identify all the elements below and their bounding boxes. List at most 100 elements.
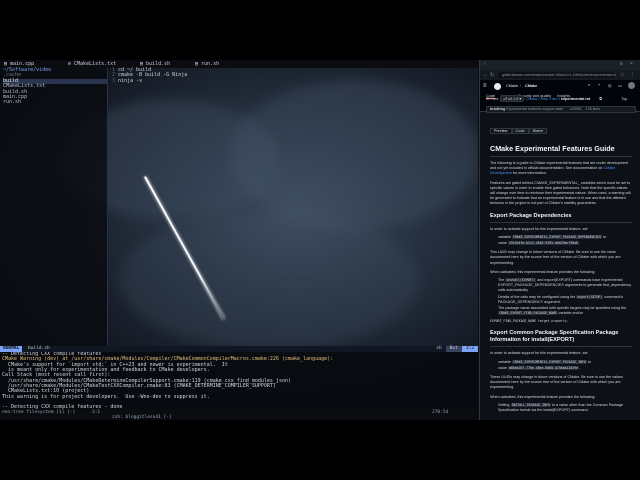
top-link[interactable]: Top	[621, 97, 627, 101]
doc-text: Details of the calls may be configured u…	[498, 294, 577, 299]
doc-inline-code: install(EXPORT)	[505, 278, 537, 283]
section-export-package-dependencies: Export Package Dependencies	[490, 213, 632, 223]
browser-tabbar: ‹ × ≡	[480, 60, 640, 70]
issues-icon[interactable]: ◎	[608, 83, 611, 88]
branch-selector[interactable]: ⎇ v4.1.0 ▾	[499, 95, 525, 102]
doc-list3: variable CMAKE_EXPERIMENTAL_EXPORT_PACKA…	[490, 359, 632, 371]
browser-toolbar: ← ↻ gitlab.kitware.com/cmake/cmake/-/blo…	[480, 70, 640, 80]
commit-lines: 135 lines	[585, 107, 601, 111]
doc-inline-code: CMAKE_EXPORT_FIND_PACKAGE_NAME	[498, 311, 558, 316]
doc-text: variable	[498, 359, 512, 364]
files-icon[interactable]: ☰	[486, 97, 489, 101]
browser-close-icon[interactable]: ×	[630, 61, 633, 67]
doc-text: .	[578, 365, 580, 370]
doc-para2: Features are gated behind CMAKE_EXPERIME…	[490, 180, 631, 206]
doc-p4: This UUID may change in future versions …	[490, 250, 621, 265]
browser-back-icon[interactable]: ‹	[484, 61, 486, 67]
url-bar[interactable]: gitlab.kitware.com/cmake/cmake/-/blob/v4…	[498, 72, 616, 78]
doc-p8: When activated, this experimental featur…	[490, 394, 596, 399]
reload-icon[interactable]: ↻	[490, 72, 494, 78]
doc-list-item: variable CMAKE_EXPERIMENTAL_EXPORT_PACKA…	[498, 359, 632, 365]
extensions-icon[interactable]: ⋮	[630, 72, 635, 78]
doc-inline-code: INSTALL_PACKAGE_INFO	[510, 402, 551, 407]
tmux-statusbar: neo-tree filesystem [1] [-] 3:1 zsh: blo…	[0, 410, 478, 420]
doc-inline-code: 1942b4fa-b2c5-4546-9385-a6a29acf30a6	[507, 241, 579, 246]
doc-text: .	[578, 241, 580, 246]
editor-tab[interactable]: ⚙ CMakeLists.txt	[68, 61, 116, 67]
commit-author[interactable]: bradking	[490, 107, 505, 111]
doc-p5: When activated, this experimental featur…	[490, 269, 596, 274]
doc-text: variable and/or	[557, 311, 583, 316]
doc-p3: In order to activate support for this ex…	[490, 226, 588, 231]
file-view-tabs: Preview Code Blame	[490, 128, 548, 134]
branch-name: v4.1.0	[508, 97, 519, 101]
doc-list4: Setting INSTALL_PACKAGE_INFO to a value …	[490, 402, 632, 413]
breadcrumb-path: CMake / Help / dev /	[525, 97, 560, 101]
file-tree-item-label: run.sh	[3, 99, 22, 106]
bottombar-left: neo-tree filesystem [1] [-]	[2, 410, 76, 415]
browser-menu-icon[interactable]: ≡	[620, 61, 623, 67]
bottombar-right-pos: 270:54	[432, 410, 449, 415]
doc-text: value	[498, 365, 508, 370]
doc-text: to	[602, 234, 607, 239]
editor-buffer[interactable]: 1 cd ~/ build 2 cmake -B build -G Ninja 3 nin…	[109, 67, 478, 360]
doc-list-item: Setting INSTALL_PACKAGE_INFO to a value …	[498, 402, 632, 413]
view-tab-code[interactable]: Code	[511, 128, 529, 134]
doc-list-item: value b80be207-778e-46ba-8080-b23bba2263…	[498, 365, 632, 371]
bottombar-mid: zsh: bloggitlesnd1 [-]	[112, 415, 172, 420]
editor-tabbar: ▤ main.cpp ⚙ CMakeLists.txt ▤ build.sh ▤ ru…	[0, 60, 478, 68]
breadcrumb: ☰ Files ⎇ v4.1.0 ▾ CMake / Help / dev / …	[486, 95, 627, 102]
doc-inline-code: CMAKE_EXPERIMENTAL_EXPORT_PACKAGE_INFO	[511, 359, 587, 364]
file-tree-item[interactable]: run.sh	[3, 100, 107, 105]
doc-p7: These UUIDs may change in future version…	[490, 375, 623, 390]
breadcrumb-segment[interactable]: CMake	[525, 97, 537, 101]
avatar[interactable]	[628, 82, 635, 89]
doc-text: variable	[498, 234, 512, 239]
terminal-window[interactable]: ▤ main.cpp ⚙ CMakeLists.txt ▤ build.sh ▤ ru…	[0, 60, 478, 420]
doc-list-item: value 1942b4fa-b2c5-4546-9385-a6a29acf30…	[498, 241, 632, 246]
doc-list1: variable CMAKE_EXPERIMENTAL_EXPORT_PACKA…	[490, 234, 632, 246]
desktop-screen: ▤ main.cpp ⚙ CMakeLists.txt ▤ build.sh ▤ ru…	[0, 60, 640, 420]
browser-window[interactable]: ‹ × ≡ ← ↻ gitlab.kitware.com/cmake/cmake…	[479, 60, 640, 420]
org-name[interactable]: CMake	[506, 84, 518, 88]
latest-commit-bar: bradking Experimental features support s…	[486, 106, 636, 113]
doc-inline-code: b80be207-778e-46ba-8080-b23bba22639e	[507, 365, 579, 370]
back-arrow-icon[interactable]: ←	[483, 72, 488, 78]
section-export-cps: Export Common Package Specification Pack…	[490, 330, 632, 348]
doc-text: to	[586, 359, 591, 364]
doc-list2: The install(EXPORT) and export(EXPORT) c…	[490, 278, 632, 316]
doc-list-item: The package name associated with specifi…	[498, 306, 632, 316]
doc-p6: In order to activate support for this ex…	[490, 351, 588, 356]
view-tab-preview[interactable]: Preview	[490, 128, 512, 134]
markdown-preview[interactable]: CMake Experimental Features Guide The fo…	[490, 138, 632, 420]
doc-text: Setting	[498, 402, 511, 407]
doc-text: The package name associated with specifi…	[498, 306, 627, 311]
editor-tab-label: run.sh	[201, 61, 220, 67]
hamburger-icon[interactable]: ≡	[483, 83, 487, 89]
view-tab-blame[interactable]: Blame	[528, 128, 548, 134]
doc-intro-end: for more information.	[512, 171, 547, 176]
doc-title: CMake Experimental Features Guide	[490, 144, 632, 157]
star-icon[interactable]: ☆	[620, 72, 624, 78]
editor-tab[interactable]: ▤ run.sh	[195, 61, 219, 67]
file-tree-panel[interactable]: ~/Software/video .cache build CMakeLists…	[0, 67, 108, 360]
project-name[interactable]: CMake	[525, 84, 537, 88]
terminal-output[interactable]: -- Detecting CXX compile features CMake W…	[0, 352, 478, 410]
search-icon[interactable]: ⌕	[588, 83, 590, 87]
doc-list-item: The install(EXPORT) and export(EXPORT) c…	[498, 278, 632, 294]
doc-list-item: variable CMAKE_EXPERIMENTAL_EXPORT_PACKA…	[498, 234, 632, 240]
editor-line[interactable]: 3 ninja -v	[112, 78, 478, 84]
files-label[interactable]: Files	[490, 97, 498, 101]
commit-message[interactable]: Experimental features support state	[506, 107, 563, 111]
plus-icon[interactable]: +	[598, 83, 600, 87]
inbox-icon[interactable]: ▭	[618, 83, 622, 88]
gitlab-logo-icon[interactable]	[494, 83, 501, 90]
commit-hash[interactable]: c2f0f91	[570, 107, 582, 111]
slash-separator: /	[520, 84, 522, 88]
copy-path-icon[interactable]: ⧉	[599, 97, 602, 101]
breadcrumb-file: experimental.rst	[560, 97, 591, 101]
doc-list-item: Details of the calls may be configured u…	[498, 294, 632, 305]
doc-intro: The following is a guide to CMake experi…	[490, 161, 632, 177]
bottombar-left-pos: 3:1	[92, 410, 101, 415]
editor-tab-label: CMakeLists.txt	[74, 61, 117, 67]
